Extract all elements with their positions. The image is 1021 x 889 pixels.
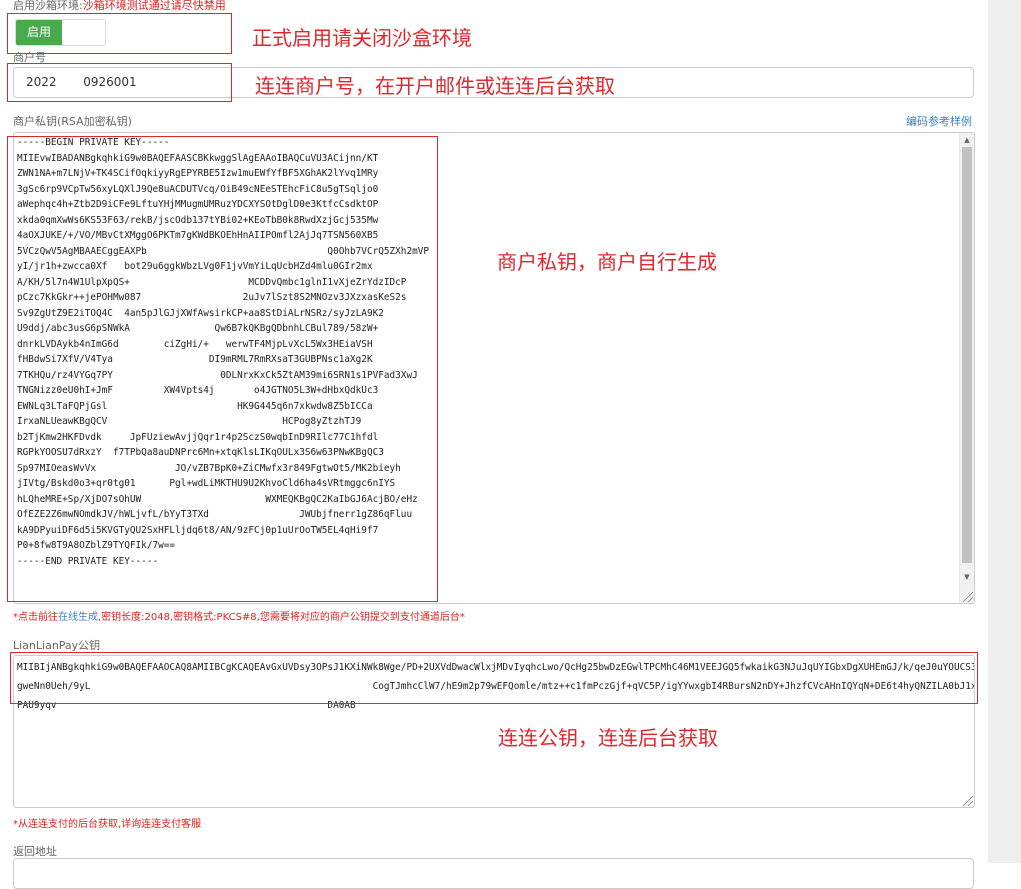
private-key-line: 5VCzQwV5AgMBAAECggEAXPb Q0Ohb7VCrQ5ZXh2m… bbox=[17, 245, 430, 257]
private-key-line: ZWN1NA+m7LNjV+TK4SCifOqkiyyRgEPYRBE5Izw1… bbox=[17, 168, 379, 179]
private-key-line: 4aOXJUKE/+/VO/MBvCtXMggO6PKTm7gKWdBKOEhH… bbox=[17, 230, 379, 241]
private-key-line: b2TjKmw2HKFDvdk JpFUziewAvjjQqr1r4p2SczS… bbox=[17, 431, 379, 443]
annotation-text-merchant-id: 连连商户号，在开户邮件或连连后台获取 bbox=[255, 74, 615, 98]
resize-grip-icon[interactable] bbox=[963, 796, 973, 806]
annotation-text-private-key: 商户私钥，商户自行生成 bbox=[497, 250, 717, 274]
public-key-label: LianLianPay公钥 bbox=[13, 639, 101, 652]
private-key-line: Sv9ZgUtZ9E2iTOQ4C 4an5pJlGJjXWfAwsirkCP+… bbox=[17, 307, 384, 319]
private-key-line: hLQheMRE+Sp/XjDO7sOhUW WXMEQKBgQC2KaIbGJ… bbox=[17, 493, 418, 505]
private-key-line: Sp97MIOeasWvVx JO/vZB7BpK0+ZiCMwfx3r849F… bbox=[17, 462, 401, 474]
private-key-line: TNGNizz0eU0hI+JmF XW4Vpts4j o4JGTNO5L3W+… bbox=[17, 385, 379, 396]
private-key-line: RGPkYOOSU7dRxzY f7TPbQa8auDNPrc6Mn+xtqKl… bbox=[17, 447, 384, 458]
private-key-line: kA9DPyuiDF6d5i5KVGTyQU2SxHFLljdq6t8/AN/9… bbox=[17, 524, 379, 536]
merchant-id-label: 商户号 bbox=[13, 51, 46, 64]
sandbox-toggle-on-label: 启用 bbox=[16, 20, 62, 45]
private-key-line: OfEZE2Z6mwNOmdkJV/hWLjvfL/bYyT3TXd JWUbj… bbox=[17, 509, 413, 520]
private-key-line: fHBdwSi7XfV/V4Tya DI9mRML7RmRXsaT3GUBPNs… bbox=[17, 354, 373, 365]
public-key-content: MIIBIjANBgkqhkiG9w0BAQEFAAOCAQ8AMIIBCgKC… bbox=[17, 662, 975, 711]
annotation-text-public-key: 连连公钥，连连后台获取 bbox=[498, 726, 718, 750]
sandbox-label: 启用沙箱环境:沙箱环境测试通过请尽快禁用 bbox=[13, 0, 226, 12]
private-key-line: A/KH/5l7n4W1UlpXpQS+ MCDDvQmbc1glnI1vXje… bbox=[17, 276, 407, 288]
private-key-scrollbar[interactable]: ▲ ▼ bbox=[959, 133, 974, 603]
private-key-line: -----END PRIVATE KEY----- bbox=[17, 555, 159, 567]
return-url-label: 返回地址 bbox=[13, 845, 57, 858]
public-key-textarea[interactable]: MIIBIjANBgkqhkiG9w0BAQEFAAOCAQ8AMIIBCgKC… bbox=[13, 655, 975, 808]
private-key-line: aWephqc4h+Ztb2D9iCFe9LftuYHjMMugmUMRuzYD… bbox=[17, 199, 379, 210]
private-key-line: jIVtg/Bskd0o3+qr0tg01 Pgl+wdLiMKTHU9U2Kh… bbox=[17, 478, 396, 489]
private-key-line: -----BEGIN PRIVATE KEY----- bbox=[17, 137, 170, 148]
online-generate-link[interactable]: 在线生成 bbox=[58, 612, 98, 623]
private-key-textarea[interactable]: -----BEGIN PRIVATE KEY----- MIIEvwIBADAN… bbox=[13, 132, 975, 604]
private-key-line: 7TKHQu/rz4VYGq7PY 0DLNrxKxCk5ZtAM39mi6SR… bbox=[17, 369, 418, 381]
encoding-example-link[interactable]: 编码参考样例 bbox=[906, 113, 972, 129]
private-key-line: dnrkLVDAykb4nImG6d ciZgHi/+ werwTF4MjpLv… bbox=[17, 338, 373, 350]
private-key-line: MIIEvwIBADANBgkqhkiG9w0BAQEFAASCBKkwggSl… bbox=[17, 152, 379, 164]
annotation-text-sandbox: 正式启用请关闭沙盒环境 bbox=[252, 26, 472, 50]
page-scrollbar-rail[interactable] bbox=[988, 0, 1021, 863]
private-key-content: -----BEGIN PRIVATE KEY----- MIIEvwIBADAN… bbox=[14, 133, 974, 569]
public-key-hint: *从连连支付的后台获取,详询连连支付客服 bbox=[13, 819, 202, 830]
private-key-line: xkda0qmXwWs6KS53F63/rekB/jscOdb137tYBi02… bbox=[17, 214, 379, 226]
scroll-down-arrow-icon[interactable]: ▼ bbox=[960, 571, 974, 583]
private-key-line: EWNLq3LTaFQPjGsl HK9G445q6n7xkwdw8Z5bICC… bbox=[17, 400, 373, 412]
private-key-label: 商户私钥(RSA加密私钥) bbox=[13, 115, 132, 128]
resize-grip-icon[interactable] bbox=[963, 592, 973, 602]
private-key-line: U9ddj/abc3usG6pSNWkA Qw6B7kQKBgQDbnhLCBu… bbox=[17, 323, 379, 334]
private-key-line: P0+8fw8T9A8OZblZ9TYQFIk/7w== bbox=[17, 540, 176, 551]
private-key-hint: *点击前往在线生成,密钥长度:2048,密钥格式:PKCS#8,您需要将对应的商… bbox=[13, 612, 465, 623]
scroll-up-arrow-icon[interactable]: ▲ bbox=[960, 134, 974, 146]
sandbox-toggle[interactable]: 启用 bbox=[15, 19, 106, 46]
private-key-line: IrxaNLUeawKBgQCV HCPog8yZtzhTJ9 bbox=[17, 416, 362, 427]
private-key-scrollbar-thumb[interactable] bbox=[962, 147, 972, 563]
private-key-line: 3gSc6rp9VCpTw56xyLQXlJ9Qe8uACDUTVcq/OiB4… bbox=[17, 183, 379, 195]
private-key-line: pCzc7KkGkr++jePOHMw087 2uJv7lSzt8S2MNOzv… bbox=[17, 292, 407, 303]
private-key-line: yI/jr1h+zwcca0Xf bot29u6ggkWbzLVg0F1jvVm… bbox=[17, 261, 373, 272]
